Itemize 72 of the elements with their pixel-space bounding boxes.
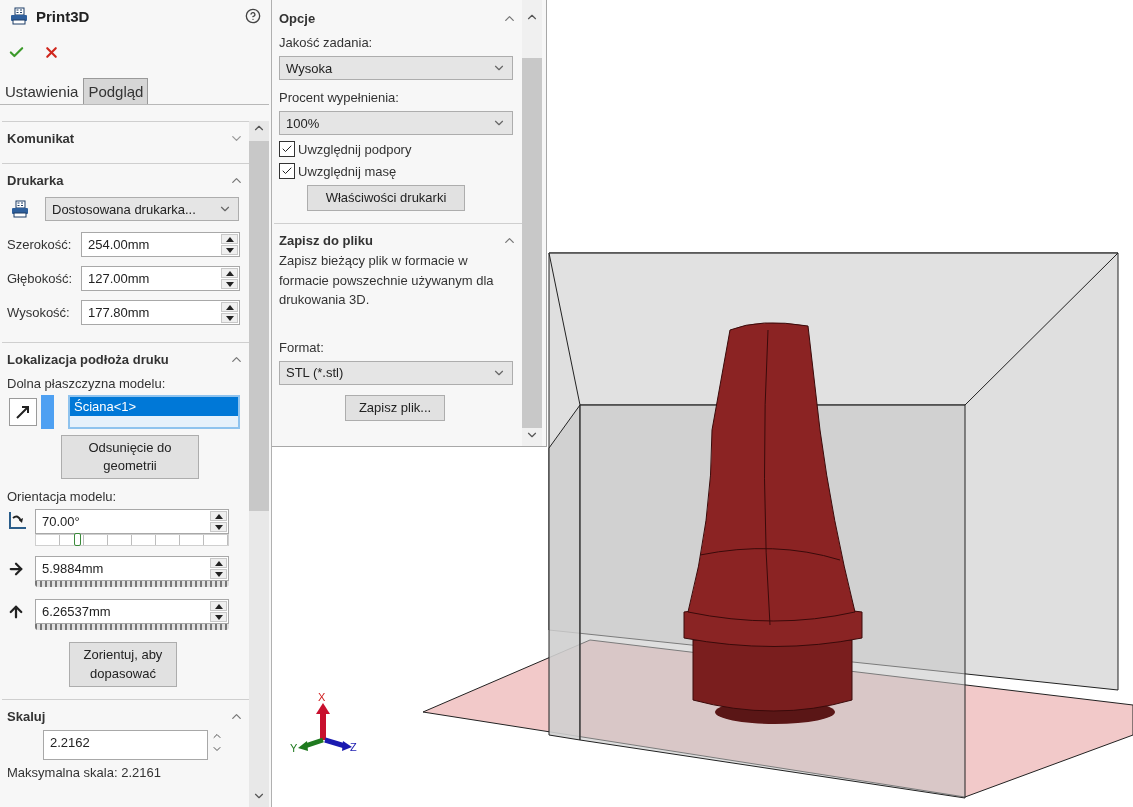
spin-down-button[interactable] [221, 279, 238, 289]
field-label: Wysokość: [7, 305, 71, 320]
number-field[interactable]: 127.00mm [81, 266, 240, 291]
check-icon [281, 143, 293, 155]
number-field[interactable]: 254.00mm [81, 232, 240, 257]
section-title: Lokalizacja podłoża druku [7, 352, 169, 367]
spin-up-button[interactable] [210, 558, 227, 569]
field-label: Dolna płaszczyzna modelu: [7, 376, 166, 391]
number-field[interactable]: 5.9884mm [35, 556, 229, 582]
number-field[interactable]: 6.26537mm [35, 599, 229, 625]
printer-icon [11, 200, 29, 218]
check-icon [281, 165, 293, 177]
dropdown[interactable]: Dostosowana drukarka... [45, 197, 239, 221]
section-title: Opcje [279, 11, 316, 26]
checkbox[interactable] [279, 141, 295, 157]
checkbox[interactable] [279, 163, 295, 179]
spin-down-button[interactable] [210, 569, 227, 580]
slider-thumb[interactable] [74, 533, 82, 547]
axis-z-arrow [324, 737, 352, 751]
selection-list[interactable]: Ściana<1> [68, 395, 240, 429]
number-field[interactable]: 177.80mm [81, 300, 240, 325]
spin-down-button[interactable] [210, 612, 227, 623]
slider-track[interactable] [35, 534, 229, 547]
dropdown[interactable]: 100% [279, 111, 513, 135]
description-text: Zapisz bieżący plik w formacie w formacie powszechnie używanym dla drukowania 3D. [279, 252, 495, 310]
dropdown[interactable]: STL (*.stl) [279, 360, 513, 385]
printer-properties-button[interactable]: Właściwości drukarki [307, 185, 465, 212]
checkbox-label[interactable]: Uwzględnij masę [298, 163, 397, 179]
axis-label: Z [350, 741, 357, 753]
max-scale-text: Maksymalna skala: 2.2161 [7, 763, 162, 782]
number-field[interactable]: 2.2162 [43, 729, 208, 760]
checkbox-label[interactable]: Uwzględnij podpory [298, 141, 412, 157]
section-title: Zapisz do pliku [279, 233, 373, 249]
axis-y-arrow [298, 737, 324, 751]
field-label: Szerokość: [7, 237, 73, 252]
thumbwheel-drawing[interactable] [35, 581, 229, 588]
spin-up-button[interactable] [210, 601, 227, 612]
axis-label: Y [290, 742, 298, 754]
field-label: Jakość zadania: [279, 35, 373, 50]
spin-down-button[interactable] [221, 313, 238, 323]
orient-button[interactable]: Zorientuj, aby dopasować [69, 642, 177, 687]
section-title: Komunikat [7, 131, 75, 146]
list-item[interactable]: Ściana<1> [70, 397, 238, 416]
tab[interactable]: Podgląd [83, 78, 149, 104]
spin-up-button[interactable] [221, 268, 238, 278]
field-label: Głębokość: [7, 271, 74, 286]
spin-down-button[interactable] [210, 522, 227, 533]
field-label: Format: [279, 339, 324, 355]
thumbwheel-drawing[interactable] [35, 624, 229, 631]
section-title: Skaluj [7, 708, 46, 724]
spin-down-button[interactable] [221, 245, 238, 255]
spin-up-button[interactable] [221, 234, 238, 244]
scrollbar-thumb[interactable] [249, 141, 269, 511]
scrollbar-thumb[interactable] [522, 58, 542, 428]
axis-x-arrow [316, 703, 330, 740]
section-title: Drukarka [7, 173, 64, 188]
panel-title: Print3D [36, 7, 91, 25]
dropdown[interactable]: Wysoka [279, 56, 513, 80]
axis-label: X [318, 691, 326, 703]
save-file-button[interactable]: Zapisz plik... [345, 394, 445, 421]
offset-button[interactable]: Odsunięcie do geometrii [61, 435, 199, 480]
spin-up-button[interactable] [210, 511, 227, 522]
number-field[interactable]: 70.00° [35, 509, 229, 535]
field-label: Orientacja modelu: [7, 489, 117, 505]
color-swatch [41, 395, 54, 429]
flip-button[interactable] [9, 398, 37, 426]
printer-icon [10, 7, 28, 25]
field-label: Procent wypełnienia: [279, 90, 399, 105]
spin-up-button[interactable] [221, 302, 238, 312]
help-icon[interactable] [245, 8, 261, 24]
arrow-icon [14, 403, 32, 421]
rotate-icon [7, 509, 29, 532]
